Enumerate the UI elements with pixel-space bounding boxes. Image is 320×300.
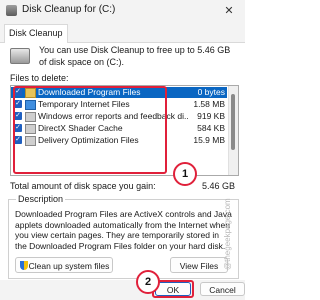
annotation-step-2: 2 [136, 270, 160, 294]
close-icon[interactable]: ✕ [213, 0, 245, 22]
description-text: Downloaded Program Files are ActiveX con… [15, 209, 232, 251]
file-size: 1.58 MB [193, 99, 225, 109]
watermark: @thegeekpage.com [223, 198, 232, 270]
cancel-button[interactable]: Cancel [200, 282, 245, 296]
scrollbar-thumb[interactable] [231, 94, 235, 150]
annotation-highlight-box [13, 86, 167, 174]
description-group: Description Downloaded Program Files are… [8, 194, 239, 279]
window-title: Disk Cleanup for (C:) [22, 4, 116, 15]
file-size: 15.9 MB [193, 135, 225, 145]
tab-disk-cleanup[interactable]: Disk Cleanup [4, 24, 68, 43]
intro-text: You can use Disk Cleanup to free up to 5… [39, 45, 231, 67]
files-to-delete-label: Files to delete: [10, 73, 69, 83]
drive-icon [10, 48, 30, 64]
tab-strip: Disk Cleanup [0, 22, 245, 43]
file-size: 919 KB [197, 111, 225, 121]
file-size: 0 bytes [197, 87, 225, 97]
shield-icon [20, 261, 28, 270]
annotation-step-1: 1 [173, 162, 197, 186]
clean-up-system-files-button[interactable]: Clean up system files [15, 257, 113, 273]
view-files-button[interactable]: View Files [170, 257, 228, 273]
total-label: Total amount of disk space you gain: [10, 181, 156, 191]
disk-cleanup-icon [6, 5, 17, 16]
clean-up-system-files-label: Clean up system files [28, 261, 110, 271]
file-size: 584 KB [197, 123, 225, 133]
description-title: Description [16, 194, 66, 204]
title-bar: Disk Cleanup for (C:) ✕ [0, 0, 245, 23]
